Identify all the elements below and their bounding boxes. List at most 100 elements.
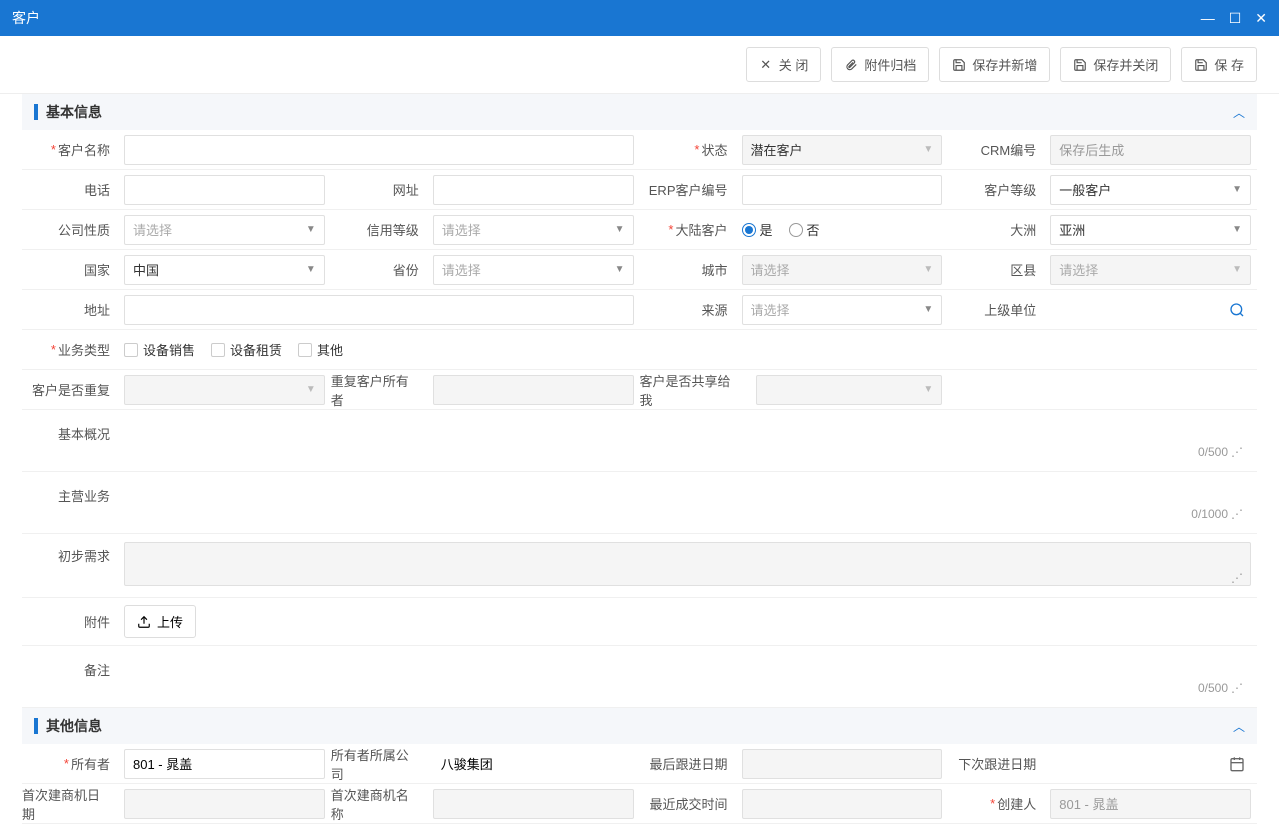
checkbox-icon [298, 343, 312, 357]
other-form-grid: *所有者 所有者所属公司 最后跟进日期 下次跟进日期 首次建商机日期 首次建商机… [22, 744, 1257, 824]
last-deal-input [742, 789, 943, 819]
company-nature-select[interactable]: 请选择 ▼ [124, 215, 325, 245]
chevron-down-icon: ▼ [1232, 264, 1242, 275]
country-select[interactable]: 中国 ▼ [124, 255, 325, 285]
toolbar: ✕ 关 闭 附件归档 保存并新增 保存并关闭 保 存 [0, 36, 1279, 94]
phone-input[interactable] [124, 175, 325, 205]
label-first-opp-name: 首次建商机名称 [331, 784, 427, 823]
label-next-follow: 下次跟进日期 [948, 744, 1044, 783]
duplicate-owner-input [433, 375, 634, 405]
radio-yes[interactable]: 是 [742, 220, 773, 239]
crm-code-input [1050, 135, 1251, 165]
label-is-duplicate: 客户是否重复 [22, 370, 118, 409]
paperclip-icon [844, 58, 858, 72]
chevron-up-icon[interactable]: ︿ [1233, 104, 1245, 121]
customer-name-input[interactable] [124, 135, 634, 165]
label-owner: *所有者 [22, 744, 118, 783]
save-close-button[interactable]: 保存并关闭 [1060, 47, 1171, 82]
parent-unit-input[interactable] [1050, 295, 1223, 325]
next-follow-input[interactable] [1050, 749, 1223, 779]
label-last-deal: 最近成交时间 [640, 784, 736, 823]
district-select[interactable]: 请选择 ▼ [1050, 255, 1251, 285]
province-select[interactable]: 请选择 ▼ [433, 255, 634, 285]
status-select[interactable]: 潜在客户 ▼ [742, 135, 943, 165]
credit-level-select[interactable]: 请选择 ▼ [433, 215, 634, 245]
label-country: 国家 [22, 250, 118, 289]
label-credit-level: 信用等级 [331, 210, 427, 249]
calendar-icon[interactable] [1223, 756, 1251, 772]
label-last-follow: 最后跟进日期 [640, 744, 736, 783]
close-button[interactable]: ✕ 关 闭 [746, 47, 822, 82]
checkbox-icon [211, 343, 225, 357]
overview-textarea[interactable] [124, 418, 1251, 460]
owner-company-input [433, 749, 634, 779]
first-opp-date-input [124, 789, 325, 819]
label-remark: 备注 [22, 646, 118, 707]
window-title: 客户 [12, 8, 40, 28]
archive-button[interactable]: 附件归档 [831, 47, 929, 82]
save-close-button-label: 保存并关闭 [1093, 55, 1158, 74]
city-select[interactable]: 请选择 ▼ [742, 255, 943, 285]
checkbox-equip-sale[interactable]: 设备销售 [124, 340, 195, 359]
save-new-button-label: 保存并新增 [972, 55, 1037, 74]
label-initial-demand: 初步需求 [22, 534, 118, 597]
content-area: 基本信息 ︿ *客户名称 *状态 潜在客户 ▼ CRM编号 电话 [0, 94, 1279, 824]
label-first-opp-date: 首次建商机日期 [22, 784, 118, 823]
save-icon [1073, 58, 1087, 72]
chevron-down-icon: ▼ [1232, 184, 1242, 195]
radio-no[interactable]: 否 [789, 220, 820, 239]
save-button[interactable]: 保 存 [1181, 47, 1257, 82]
upload-button[interactable]: 上传 [124, 605, 196, 638]
checkbox-equip-rent[interactable]: 设备租赁 [211, 340, 282, 359]
chevron-down-icon: ▼ [923, 144, 933, 155]
section-header-basic[interactable]: 基本信息 ︿ [22, 94, 1257, 130]
x-icon: ✕ [759, 58, 773, 72]
section-header-other[interactable]: 其他信息 ︿ [22, 708, 1257, 744]
radio-icon [742, 223, 756, 237]
website-input[interactable] [433, 175, 634, 205]
close-button-label: 关 闭 [779, 55, 809, 74]
save-icon [952, 58, 966, 72]
erp-code-input[interactable] [742, 175, 943, 205]
first-opp-name-input [433, 789, 634, 819]
resize-handle-icon: ⋰ [1231, 507, 1243, 521]
label-erp-code: ERP客户编号 [640, 170, 736, 209]
remark-textarea[interactable] [124, 654, 1251, 696]
chevron-down-icon: ▼ [306, 264, 316, 275]
label-company-nature: 公司性质 [22, 210, 118, 249]
upload-button-label: 上传 [157, 612, 183, 631]
archive-button-label: 附件归档 [864, 55, 916, 74]
overview-counter: 0/500⋰ [1198, 445, 1243, 459]
minimize-icon[interactable]: — [1201, 10, 1215, 27]
chevron-up-icon[interactable]: ︿ [1233, 718, 1245, 735]
titlebar: 客户 — ☐ ✕ [0, 0, 1279, 36]
label-status: *状态 [640, 130, 736, 169]
maximize-icon[interactable]: ☐ [1229, 10, 1242, 27]
main-business-textarea[interactable] [124, 480, 1251, 522]
continent-select[interactable]: 亚洲 ▼ [1050, 215, 1251, 245]
label-customer-level: 客户等级 [948, 170, 1044, 209]
customer-level-select[interactable]: 一般客户 ▼ [1050, 175, 1251, 205]
label-source: 来源 [640, 290, 736, 329]
close-icon[interactable]: ✕ [1255, 10, 1267, 27]
label-attachment: 附件 [22, 598, 118, 645]
checkbox-other[interactable]: 其他 [298, 340, 343, 359]
chevron-down-icon: ▼ [306, 384, 316, 395]
source-select[interactable]: 请选择 ▼ [742, 295, 943, 325]
label-crm-code: CRM编号 [948, 130, 1044, 169]
chevron-down-icon: ▼ [306, 224, 316, 235]
save-new-button[interactable]: 保存并新增 [939, 47, 1050, 82]
owner-input[interactable] [124, 749, 325, 779]
chevron-down-icon: ▼ [923, 264, 933, 275]
basic-form-grid: *客户名称 *状态 潜在客户 ▼ CRM编号 电话 网址 ERP客户 [22, 130, 1257, 708]
resize-handle-icon: ⋰ [1231, 681, 1243, 695]
main-business-counter: 0/1000⋰ [1191, 507, 1243, 521]
label-province: 省份 [331, 250, 427, 289]
section-title-basic: 基本信息 [46, 102, 102, 122]
remark-counter: 0/500⋰ [1198, 681, 1243, 695]
address-input[interactable] [124, 295, 634, 325]
upload-icon [137, 615, 151, 629]
label-duplicate-owner: 重复客户所有者 [331, 370, 427, 409]
label-phone: 电话 [22, 170, 118, 209]
search-icon[interactable] [1223, 302, 1251, 318]
